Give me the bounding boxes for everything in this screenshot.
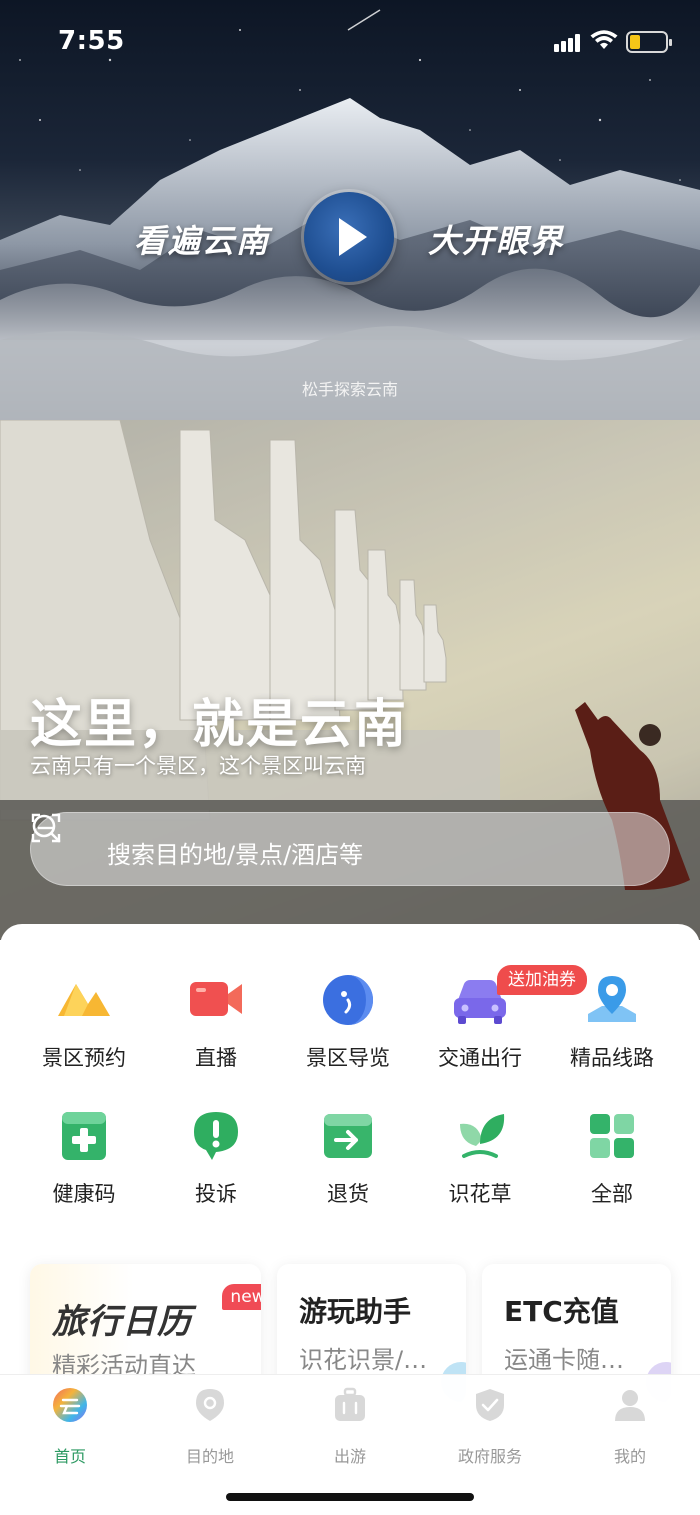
new-badge: new xyxy=(222,1284,261,1310)
tab-label: 目的地 xyxy=(185,1447,234,1466)
promo-badge: 送加油券 xyxy=(497,965,587,995)
tab-travel[interactable]: 出游 xyxy=(280,1385,420,1466)
service-live[interactable]: 直播 xyxy=(150,970,282,1090)
hero-left-text: 看遍云南 xyxy=(134,222,271,260)
home-indicator[interactable] xyxy=(226,1493,474,1501)
service-label: 健康码 xyxy=(52,1182,116,1206)
tab-label: 出游 xyxy=(333,1447,366,1466)
guide-icon xyxy=(323,975,373,1025)
service-label: 景区导览 xyxy=(306,1046,390,1070)
tab-label: 政府服务 xyxy=(457,1447,522,1466)
service-label: 全部 xyxy=(591,1182,633,1206)
home-icon xyxy=(53,1388,87,1422)
tab-destination[interactable]: 目的地 xyxy=(140,1385,280,1466)
tab-government[interactable]: 政府服务 xyxy=(420,1385,560,1466)
service-complaint[interactable]: 投诉 xyxy=(150,1106,282,1226)
travel-calendar-title: 旅行日历 xyxy=(52,1302,192,1342)
video-camera-icon xyxy=(190,982,242,1016)
health-code-icon xyxy=(62,1112,106,1160)
service-scenic-booking[interactable]: 景区预约 xyxy=(18,970,150,1090)
service-all[interactable]: 全部 xyxy=(546,1106,678,1226)
return-arrow-icon xyxy=(324,1114,372,1158)
service-return[interactable]: 退货 xyxy=(282,1106,414,1226)
wifi-icon xyxy=(590,30,618,49)
service-guide[interactable]: 景区导览 xyxy=(282,970,414,1090)
luggage-icon xyxy=(335,1387,365,1421)
service-label: 直播 xyxy=(195,1046,237,1070)
service-label: 景区预约 xyxy=(42,1046,126,1070)
service-plant-id[interactable]: 识花草 xyxy=(414,1106,546,1226)
mountain-ticket-icon xyxy=(58,984,110,1016)
tab-home[interactable]: 首页 xyxy=(0,1385,140,1466)
profile-icon xyxy=(615,1390,645,1421)
etc-recharge-subtitle: 运通卡随… xyxy=(504,1346,624,1374)
search-placeholder: 搜索目的地/景点/酒店等 xyxy=(107,841,364,869)
complaint-icon xyxy=(194,1112,238,1160)
tab-label: 我的 xyxy=(613,1447,646,1466)
map-pin-icon xyxy=(588,976,636,1022)
status-time: 7:55 xyxy=(58,26,125,56)
shield-icon xyxy=(476,1389,504,1421)
yunnan-banner[interactable]: 这里，就是云南 云南只有一个景区，这个景区叫云南 搜索目的地/景点/酒店等 xyxy=(0,420,700,940)
service-label: 识花草 xyxy=(448,1182,512,1206)
tab-label: 首页 xyxy=(53,1447,86,1466)
banner-subtitle: 云南只有一个景区，这个景区叫云南 xyxy=(30,754,366,778)
play-icon[interactable] xyxy=(304,192,394,282)
hero-right-text: 大开眼界 xyxy=(428,222,565,260)
tab-profile[interactable]: 我的 xyxy=(560,1385,700,1466)
service-label: 精品线路 xyxy=(570,1046,654,1070)
service-health-code[interactable]: 健康码 xyxy=(18,1106,150,1226)
battery-icon xyxy=(626,31,672,53)
travel-assistant-title: 游玩助手 xyxy=(299,1295,412,1328)
travel-assistant-subtitle: 识花识景/… xyxy=(299,1346,428,1374)
leaf-icon xyxy=(460,1114,505,1158)
banner-title: 这里，就是云南 xyxy=(30,695,409,755)
service-label: 交通出行 xyxy=(438,1046,522,1070)
hero-hint: 松手探索云南 xyxy=(301,380,398,399)
cellular-signal-icon xyxy=(554,34,582,52)
etc-recharge-title: ETC充值 xyxy=(504,1295,619,1328)
location-icon xyxy=(196,1389,224,1421)
service-label: 退货 xyxy=(327,1182,369,1206)
scan-icon[interactable] xyxy=(31,813,61,843)
all-grid-icon xyxy=(590,1114,634,1158)
status-bar: 7:55 xyxy=(0,0,700,80)
service-label: 投诉 xyxy=(195,1182,237,1206)
search-input[interactable]: 搜索目的地/景点/酒店等 xyxy=(30,812,670,886)
